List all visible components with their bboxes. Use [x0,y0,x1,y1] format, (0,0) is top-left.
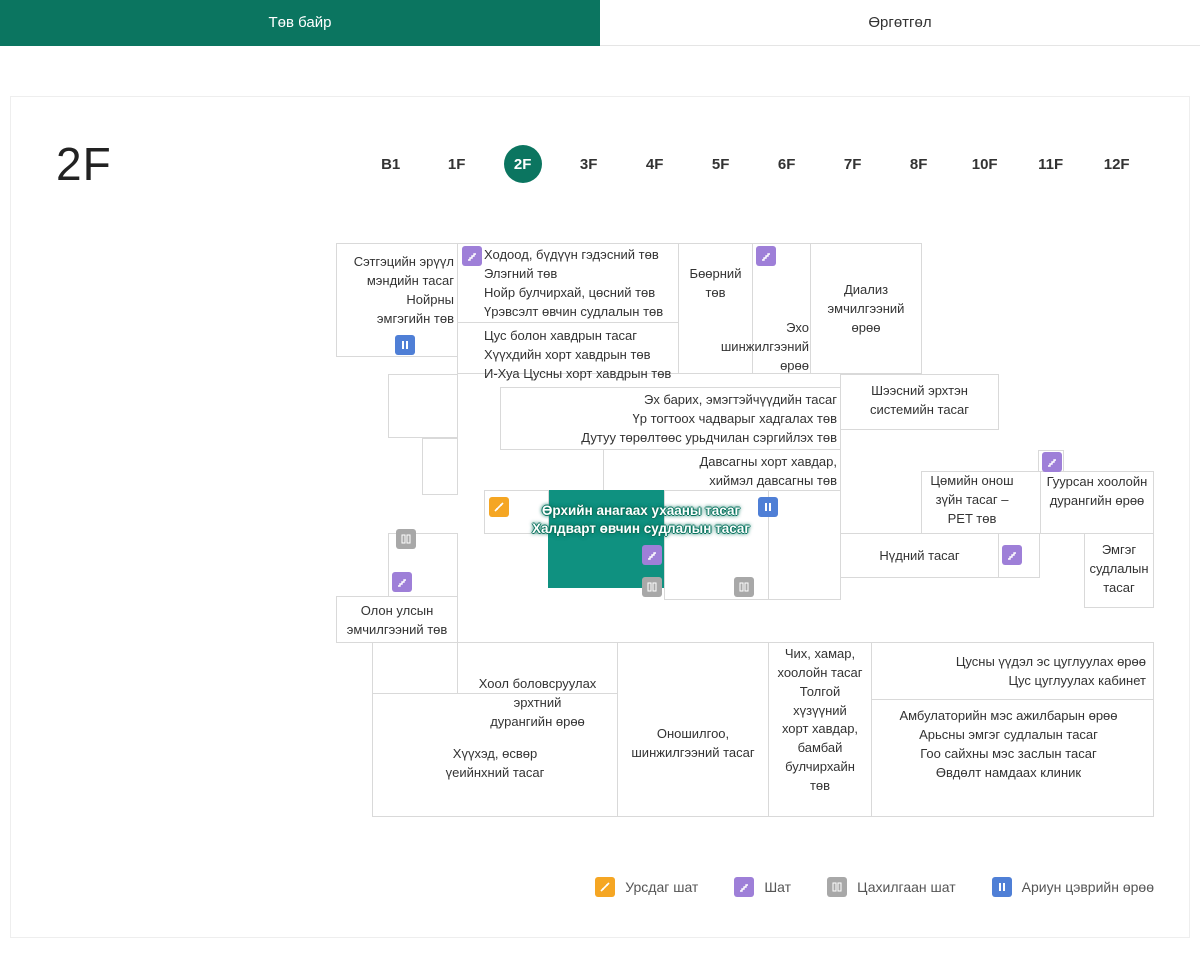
legend-stairs-label: Шат [764,879,791,895]
legend-elevator: Цахилгаан шат [827,877,956,897]
stairs-icon [756,246,776,266]
label-bladder: Давсагны хорт хавдар,хиймэл давсагны төв [626,453,837,491]
floor-btn-3f[interactable]: 3F [570,145,608,183]
label-infection: Халдварт өвчин судлалын тасаг [511,519,771,539]
elevator-icon [827,877,847,897]
floor-btn-12f[interactable]: 12F [1098,145,1136,183]
legend-restroom: Ариун цэврийн өрөө [992,877,1154,897]
floor-btn-5f[interactable]: 5F [702,145,740,183]
label-gi-endo: Хоол боловсруулахэрхтнийдурангийн өрөө [457,675,618,732]
label-outpatient: Амбулаторийн мэс ажилбарын өрөөАрьсны эм… [871,707,1146,782]
floor-map: Сэтгэцийн эрүүлмэндийн тасагНойрныэмгэги… [336,239,1156,849]
escalator-icon [489,497,509,517]
room-block-b [422,438,458,495]
label-diag: Оношилгоо,шинжилгээний тасаг [617,725,769,763]
floor-panel: 2F B1 1F 2F 3F 4F 5F 6F 7F 8F 10F 11F 12… [10,96,1190,938]
floor-btn-7f[interactable]: 7F [834,145,872,183]
floor-btn-10f[interactable]: 10F [966,145,1004,183]
label-echo: Эхошинжилгээнийөрөө [711,319,809,376]
floor-btn-b1[interactable]: B1 [372,145,410,183]
floor-nav: B1 1F 2F 3F 4F 5F 6F 7F 8F 10F 11F 12F [372,145,1136,183]
tab-extension[interactable]: Өргөтгөл [600,0,1200,46]
restroom-icon [992,877,1012,897]
legend-elevator-label: Цахилгаан шат [857,879,956,895]
legend-escalator-label: Урсдаг шат [625,879,698,895]
stairs-icon [1002,545,1022,565]
label-mental: Сэтгэцийн эрүүлмэндийн тасагНойрныэмгэги… [308,253,454,328]
label-family: Өрхийн анагаах ухааны тасаг [511,501,771,521]
stairs-icon [462,246,482,266]
floor-btn-2f[interactable]: 2F [504,145,542,183]
elevator-icon [642,577,662,597]
label-pet: Цөмийн оношзүйн тасаг –PET төв [912,472,1032,529]
label-intl: Олон улсынэмчилгээний төв [336,602,458,640]
label-gi: Ходоод, бүдүүн гэдэсний төвЭлэгний төвНо… [484,246,663,321]
label-pediatric: Хүүхэд, өсвөрүеийнхний тасаг [372,745,618,783]
stairs-icon [734,877,754,897]
stairs-icon [1042,452,1062,472]
label-eye: Нүдний тасаг [840,547,999,566]
legend: Урсдаг шат Шат Цахилгаан шат Ариун цэври… [56,877,1154,897]
elevator-icon [734,577,754,597]
label-obgyn: Эх барих, эмэгтэйчүүдийн тасагҮр тогтоох… [581,391,837,448]
legend-restroom-label: Ариун цэврийн өрөө [1022,879,1154,895]
stairs-icon [642,545,662,565]
escalator-icon [595,877,615,897]
label-stemcell: Цусны үүдэл эс цуглуулах өрөөЦус цуглуул… [871,653,1146,691]
label-patho: Эмгэгсудлалынтасаг [1084,541,1154,598]
room-block-e [372,642,458,694]
restroom-icon [395,335,415,355]
label-broncho: Гуурсан хоолойндурангийн өрөө [1040,473,1154,511]
stairs-icon [392,572,412,592]
floor-title: 2F [56,137,112,191]
floor-btn-6f[interactable]: 6F [768,145,806,183]
label-ent: Чих, хамар,хоолойн тасагТолгойхүзүүнийхо… [768,645,872,796]
building-tabs: Төв байр Өргөтгөл [0,0,1200,46]
label-dialysis: Диализэмчилгээнийөрөө [810,281,922,338]
elevator-icon [396,529,416,549]
restroom-icon [758,497,778,517]
label-blood: Цус болон хавдрын тасагХүүхдийн хорт хав… [484,327,671,384]
room-block-a [388,374,458,438]
floor-btn-11f[interactable]: 11F [1032,145,1070,183]
label-urology: Шээсний эрхтэнсистемийн тасаг [840,382,999,420]
label-kidney: Бөөрнийтөв [678,265,753,303]
floor-btn-4f[interactable]: 4F [636,145,674,183]
tab-main-building[interactable]: Төв байр [0,0,600,46]
room-block-c3 [768,490,841,600]
floor-btn-1f[interactable]: 1F [438,145,476,183]
legend-escalator: Урсдаг шат [595,877,698,897]
legend-stairs: Шат [734,877,791,897]
floor-btn-8f[interactable]: 8F [900,145,938,183]
